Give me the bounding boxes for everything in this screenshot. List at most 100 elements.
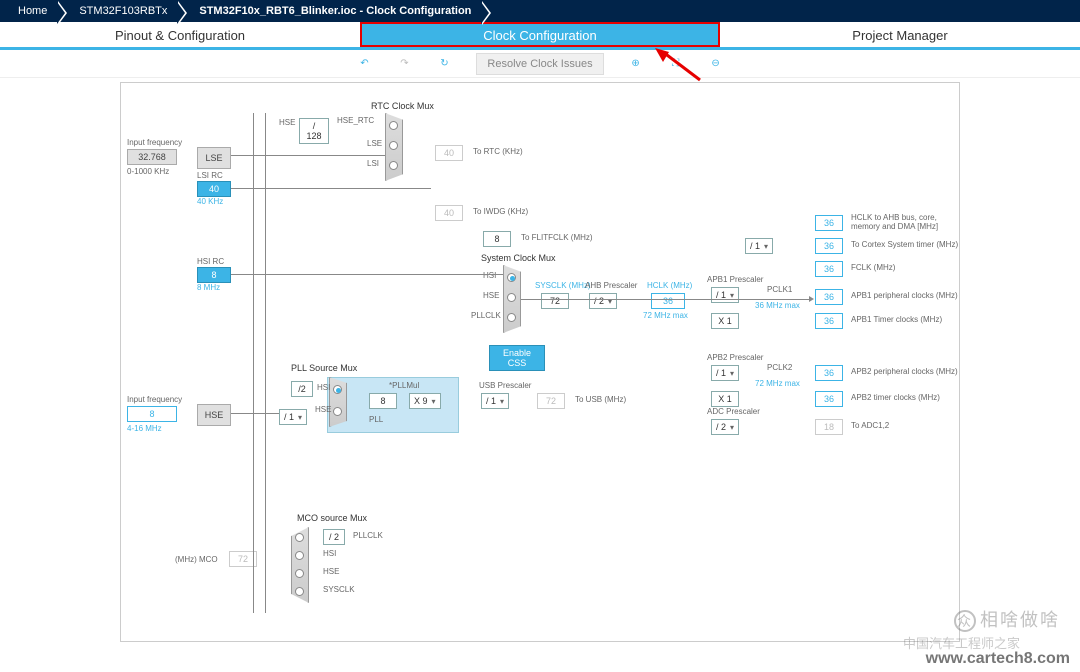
to-flitfclk-value: 8 (483, 231, 511, 247)
out-apb1t-val: 36 (815, 313, 843, 329)
toolbar: ↶ ↷ ↻ Resolve Clock Issues ⊕ ⛶ ⊖ (0, 50, 1080, 78)
rtc-mux-hse[interactable] (389, 121, 398, 130)
lse-block: LSE (197, 147, 231, 169)
callout-arrow (655, 48, 705, 78)
lse-range: 0-1000 KHz (127, 167, 169, 176)
sys-hse-label: HSE (483, 291, 499, 300)
sys-mux-pllclk[interactable] (507, 313, 516, 322)
sys-mux-hse[interactable] (507, 293, 516, 302)
rtc-mux-lsi[interactable] (389, 161, 398, 170)
crumb-file[interactable]: STM32F10x_RBT6_Blinker.ioc - Clock Confi… (185, 2, 481, 20)
apb1-prescaler[interactable]: / 1 (711, 287, 739, 303)
crumb-home[interactable]: Home (4, 2, 57, 20)
hse-prescaler[interactable]: / 1 (279, 409, 307, 425)
zoom-out-icon[interactable]: ⊖ (708, 56, 724, 72)
clock-diagram[interactable]: Input frequency 32.768 0-1000 KHz LSE LS… (120, 82, 960, 642)
lsi-rc-label: LSI RC (197, 171, 223, 180)
wire-sysclk (521, 299, 811, 300)
mco-sysclk[interactable] (295, 587, 304, 596)
watermark-brand: 众相啥做啥 (954, 606, 1060, 632)
adc-prescaler[interactable]: / 2 (711, 419, 739, 435)
apb2-prescaler[interactable]: / 1 (711, 365, 739, 381)
hse-block: HSE (197, 404, 231, 426)
undo-icon[interactable]: ↶ (356, 56, 372, 72)
hclk-label: HCLK (MHz) (647, 281, 692, 290)
rtc-lse-label: LSE (367, 139, 382, 148)
mco-hsi[interactable] (295, 551, 304, 560)
breadcrumb-bar: Home STM32F103RBTx STM32F10x_RBT6_Blinke… (0, 0, 1080, 22)
out-adc-val: 18 (815, 419, 843, 435)
adc-presc-label: ADC Prescaler (707, 407, 760, 416)
sys-mux-label: System Clock Mux (481, 253, 556, 263)
pclk2-label: PCLK2 (767, 363, 792, 372)
hsi-unit: 8 MHz (197, 283, 220, 292)
lsi-rc-value: 40 (197, 181, 231, 197)
lse-freq-label: Input frequency (127, 138, 182, 147)
out-apb2t-val: 36 (815, 391, 843, 407)
mco-pllclk[interactable] (295, 533, 304, 542)
rtc-mux-lse[interactable] (389, 141, 398, 150)
lse-freq-value: 32.768 (127, 149, 177, 165)
out-apb2t: APB2 timer clocks (MHz) (851, 393, 940, 402)
to-flitfclk-label: To FLITFCLK (MHz) (521, 233, 593, 242)
hse-freq-value[interactable]: 8 (127, 406, 177, 422)
to-iwdg-value: 40 (435, 205, 463, 221)
pllmul-label: *PLLMul (389, 381, 419, 390)
sys-hsi-label: HSI (483, 271, 496, 280)
crumb-chip[interactable]: STM32F103RBTx (65, 2, 177, 20)
sys-mux-hsi[interactable] (507, 273, 516, 282)
pll-hse-label-src: HSE (315, 405, 331, 414)
rtc-mux-label: RTC Clock Mux (371, 101, 434, 111)
hsi-rc-label: HSI RC (197, 257, 224, 266)
rtc-lsi-label: LSI (367, 159, 379, 168)
mco-hse-label: HSE (323, 567, 339, 576)
ahb-presc-label: AHB Prescaler (585, 281, 637, 290)
pllmul-select[interactable]: X 9 (409, 393, 441, 409)
hse-rtc-div: / 128 (299, 118, 329, 144)
pll-input-value: 8 (369, 393, 397, 409)
redo-icon: ↷ (396, 56, 412, 72)
pll-hsi-label: HSI (317, 383, 330, 392)
out-apb2p-val: 36 (815, 365, 843, 381)
mco-label: (MHz) MCO (175, 555, 218, 564)
out-hclk-ahb: HCLK to AHB bus, core, memory and DMA [M… (851, 213, 951, 231)
apb2-presc-label: APB2 Prescaler (707, 353, 763, 362)
wire-hsi (231, 274, 503, 275)
sys-pllclk-label: PLLCLK (471, 311, 501, 320)
hclk-value[interactable]: 36 (651, 293, 685, 309)
cortex-divider[interactable]: / 1 (745, 238, 773, 254)
mco-hse[interactable] (295, 569, 304, 578)
zoom-in-icon[interactable]: ⊕ (628, 56, 644, 72)
pll-src-hse[interactable] (333, 407, 342, 416)
pclk2-max: 72 MHz max (755, 379, 800, 388)
pll-src-hsi[interactable] (333, 385, 342, 394)
lsi-unit: 40 KHz (197, 197, 223, 206)
pclk1-max: 36 MHz max (755, 301, 800, 310)
ahb-prescaler[interactable]: / 2 (589, 293, 617, 309)
refresh-icon[interactable]: ↻ (436, 56, 452, 72)
out-apb1p-val: 36 (815, 289, 843, 305)
hse-freq-label: Input frequency (127, 395, 182, 404)
pclk1-label: PCLK1 (767, 285, 792, 294)
usb-label: To USB (MHz) (575, 395, 626, 404)
mco-hsi-label: HSI (323, 549, 336, 558)
mco-div: / 2 (323, 529, 345, 545)
out-fclk-val: 36 (815, 261, 843, 277)
tab-clock[interactable]: Clock Configuration (360, 22, 720, 47)
tab-project[interactable]: Project Manager (720, 22, 1080, 47)
tab-bar: Pinout & Configuration Clock Configurati… (0, 22, 1080, 50)
enable-css-button[interactable]: Enable CSS (489, 345, 545, 371)
watermark-url: www.cartech8.com (926, 650, 1070, 668)
wire-hse (231, 413, 279, 414)
resolve-button: Resolve Clock Issues (476, 53, 603, 75)
hsi-rc-value: 8 (197, 267, 231, 283)
mco-sysclk-label: SYSCLK (323, 585, 355, 594)
pll-label: PLL (369, 415, 383, 424)
tab-pinout[interactable]: Pinout & Configuration (0, 22, 360, 47)
out-cortex-val: 36 (815, 238, 843, 254)
apb1-mul: X 1 (711, 313, 739, 329)
to-rtc-value: 40 (435, 145, 463, 161)
usb-prescaler[interactable]: / 1 (481, 393, 509, 409)
out-hclk-ahb-val: 36 (815, 215, 843, 231)
usb-presc-label: USB Prescaler (479, 381, 531, 390)
